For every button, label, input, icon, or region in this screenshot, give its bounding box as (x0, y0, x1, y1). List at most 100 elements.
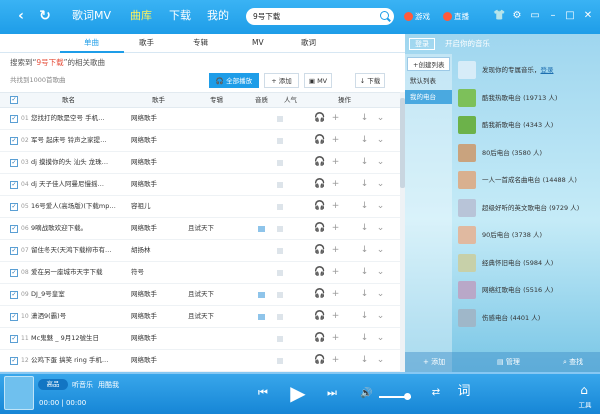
row-checkbox[interactable]: ✓ (10, 335, 18, 343)
headphones-icon[interactable]: 🎧 (314, 201, 325, 212)
plus-icon[interactable]: + (330, 311, 341, 322)
row-checkbox[interactable]: ✓ (10, 357, 18, 365)
radio-name[interactable]: 发现你的专属音乐，登录 (482, 66, 554, 75)
song-artist[interactable]: 胡扬林 (131, 246, 151, 255)
plus-icon[interactable]: + (330, 201, 341, 212)
more-icon[interactable]: ⌄ (375, 201, 386, 212)
table-row[interactable]: ✓ 06 9嘀战歌欢迎下载。 网络歌手 且试天下 🎧 + ↓ ⌄ (0, 218, 400, 240)
col-popularity[interactable]: 人气 (284, 95, 297, 106)
tab-songs[interactable]: 单曲 (84, 37, 99, 49)
table-row[interactable]: ✓ 02 军号 起床号 铃声之家提… 网络歌手 🎧 + ↓ ⌄ (0, 130, 400, 152)
mini-mode-icon[interactable]: ▭ (529, 10, 541, 22)
nav-my[interactable]: 我的 (207, 9, 229, 23)
table-row[interactable]: ✓ 08 爱在另一座城市天宇下载 符号 🎧 + ↓ ⌄ (0, 262, 400, 284)
radio-item[interactable]: 超级好听的英文歌电台 (9729 人) (458, 198, 598, 221)
row-checkbox[interactable]: ✓ (10, 313, 18, 321)
song-artist[interactable]: 符号 (131, 268, 144, 277)
play-icon[interactable]: ▶ (286, 381, 310, 405)
download-icon[interactable]: ↓ (359, 223, 370, 234)
play-all-button[interactable]: 🎧 全部播放 (209, 73, 259, 88)
radio-name[interactable]: 超级好听的英文歌电台 (9729 人) (482, 204, 579, 213)
refresh-icon[interactable]: ↻ (36, 7, 54, 25)
radio-name[interactable]: 伤感电台 (4401 人) (482, 314, 540, 323)
headphones-icon[interactable]: 🎧 (314, 355, 325, 366)
song-name[interactable]: 军号 起床号 铃声之家提… (31, 136, 127, 145)
tab-artists[interactable]: 歌手 (139, 37, 154, 49)
song-name[interactable]: Mc鬼魅 _ 9月12號生日 (31, 334, 127, 343)
select-all-checkbox[interactable]: ✓ (10, 96, 18, 104)
download-icon[interactable]: ↓ (359, 245, 370, 256)
radio-manage-button[interactable]: ▤ 管理 (497, 356, 520, 368)
row-checkbox[interactable]: ✓ (10, 203, 18, 211)
quality-selector[interactable]: 高品 (38, 379, 68, 390)
plus-icon[interactable]: + (330, 113, 341, 124)
more-icon[interactable]: ⌄ (375, 113, 386, 124)
radio-name[interactable]: 酷我热歌电台 (19713 人) (482, 94, 557, 103)
mv-button[interactable]: ▣ MV (304, 73, 332, 88)
tab-albums[interactable]: 专辑 (193, 37, 208, 49)
radio-avatar[interactable] (458, 253, 476, 272)
create-playlist-button[interactable]: +创建列表 (407, 57, 450, 71)
song-artist[interactable]: 网络歌手 (131, 290, 157, 299)
plus-icon[interactable]: + (330, 179, 341, 190)
tab-mv[interactable]: MV (252, 37, 264, 49)
play-mode-icon[interactable]: ⇄ (428, 387, 444, 399)
live-link[interactable]: 直播 (443, 12, 469, 22)
headphones-icon[interactable]: 🎧 (314, 333, 325, 344)
col-album[interactable]: 专辑 (210, 95, 223, 106)
download-button[interactable]: ↓ 下载 (355, 73, 385, 88)
download-icon[interactable]: ↓ (359, 113, 370, 124)
radio-add-button[interactable]: + 添加 (423, 356, 445, 368)
headphones-icon[interactable]: 🎧 (314, 311, 325, 322)
table-row[interactable]: ✓ 01 您找打的歌是空号 手机… 网络歌手 🎧 + ↓ ⌄ (0, 108, 400, 130)
radio-avatar[interactable] (458, 116, 476, 134)
radio-item[interactable]: 经典怀旧电台 (5984 人) (458, 253, 598, 276)
table-row[interactable]: ✓ 10 潇洒9(霸)号 网络歌手 且试天下 🎧 + ↓ ⌄ (0, 306, 400, 328)
col-name[interactable]: 歌名 (62, 95, 75, 106)
song-name[interactable]: 爱在另一座城市天宇下载 (31, 268, 127, 277)
download-icon[interactable]: ↓ (359, 179, 370, 190)
song-name[interactable]: 16号爱人(高场版)(下载mp… (31, 202, 127, 211)
plus-icon[interactable]: + (330, 355, 341, 366)
song-name[interactable]: DJ_9号皇室 (31, 290, 127, 299)
headphones-icon[interactable]: 🎧 (314, 245, 325, 256)
song-artist[interactable]: 网络歌手 (131, 334, 157, 343)
radio-find-button[interactable]: ⌕ 查找 (563, 356, 583, 368)
more-icon[interactable]: ⌄ (375, 289, 386, 300)
nav-lyrics-mv[interactable]: 歌词MV (72, 9, 111, 23)
radio-avatar[interactable] (458, 143, 476, 162)
volume-knob[interactable] (404, 393, 411, 400)
row-checkbox[interactable]: ✓ (10, 115, 18, 123)
radio-name[interactable]: 一人一首成名曲电台 (14488 人) (482, 176, 577, 185)
radio-avatar[interactable] (458, 198, 476, 217)
more-icon[interactable]: ⌄ (375, 311, 386, 322)
plus-icon[interactable]: + (330, 333, 341, 344)
radio-item[interactable]: 一人一首成名曲电台 (14488 人) (458, 171, 598, 193)
progress-bar[interactable] (0, 372, 600, 374)
song-album[interactable]: 且试天下 (188, 312, 214, 321)
radio-item[interactable]: 网络红歌电台 (5516 人) (458, 281, 598, 303)
row-checkbox[interactable]: ✓ (10, 159, 18, 167)
sidebar-item-default-list[interactable]: 默认列表 (405, 74, 452, 88)
volume-icon[interactable]: 🔊 (360, 388, 372, 400)
table-row[interactable]: ✓ 12 公鸡下蛋 搞笑 ring 手机… 网络歌手 🎧 + ↓ ⌄ (0, 350, 400, 372)
nav-download[interactable]: 下载 (169, 9, 191, 23)
table-row[interactable]: ✓ 11 Mc鬼魅 _ 9月12號生日 网络歌手 🎧 + ↓ ⌄ (0, 328, 400, 350)
more-icon[interactable]: ⌄ (375, 355, 386, 366)
tab-lyrics[interactable]: 歌词 (301, 37, 316, 49)
download-icon[interactable]: ↓ (359, 267, 370, 278)
row-checkbox[interactable]: ✓ (10, 291, 18, 299)
song-artist[interactable]: 容祖儿 (131, 202, 151, 211)
radio-name[interactable]: 酷我新歌电台 (4343 人) (482, 121, 553, 130)
download-icon[interactable]: ↓ (359, 311, 370, 322)
radio-item[interactable]: 酷我新歌电台 (4343 人) (458, 116, 598, 138)
maximize-icon[interactable]: □ (564, 10, 576, 22)
download-icon[interactable]: ↓ (359, 135, 370, 146)
row-checkbox[interactable]: ✓ (10, 247, 18, 255)
song-album[interactable]: 且试天下 (188, 290, 214, 299)
download-icon[interactable]: ↓ (359, 289, 370, 300)
radio-name[interactable]: 80后电台 (3580 人) (482, 149, 542, 158)
radio-item[interactable]: 发现你的专属音乐，登录 (458, 61, 598, 83)
radio-avatar[interactable] (458, 226, 476, 244)
plus-icon[interactable]: + (330, 245, 341, 256)
